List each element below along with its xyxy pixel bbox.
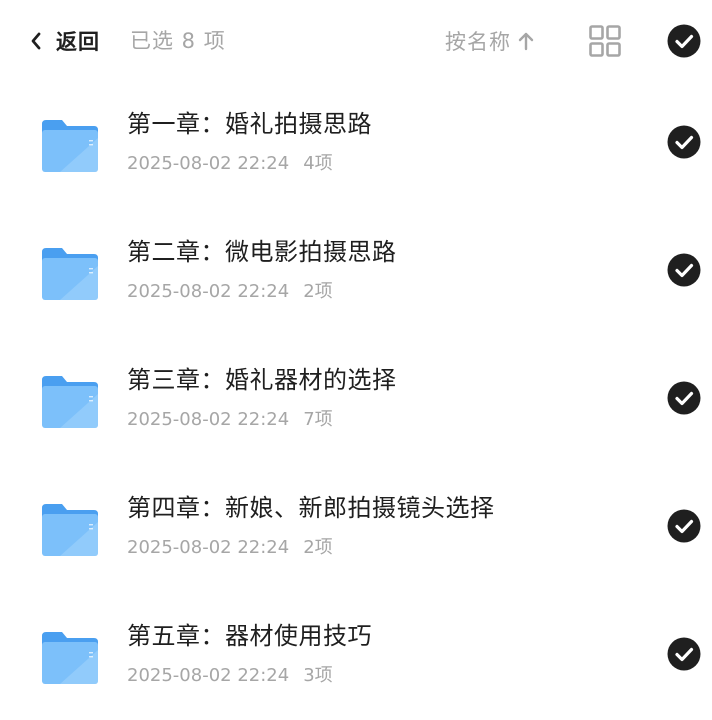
folder-icon: [42, 120, 98, 172]
file-meta: 2025-08-02 22:24 7项: [127, 408, 333, 432]
item-checkbox[interactable]: [667, 253, 701, 287]
check-circle-icon: [667, 637, 701, 671]
file-item-count: 4项: [303, 153, 333, 174]
folder-icon: [42, 632, 98, 684]
list-item[interactable]: 第四章：新娘、新郎拍摄镜头选择 2025-08-02 22:24 2项: [0, 492, 712, 592]
sort-button[interactable]: 按名称: [445, 22, 535, 60]
grid-view-button[interactable]: [588, 24, 622, 58]
check-circle-icon: [667, 509, 701, 543]
item-checkbox[interactable]: [667, 125, 701, 159]
file-meta: 2025-08-02 22:24 2项: [127, 280, 333, 304]
file-date: 2025-08-02 22:24: [127, 665, 290, 686]
file-date: 2025-08-02 22:24: [127, 281, 290, 302]
back-button[interactable]: 返回: [26, 22, 100, 60]
folder-icon: [42, 248, 98, 300]
file-date: 2025-08-02 22:24: [127, 537, 290, 558]
file-date: 2025-08-02 22:24: [127, 153, 290, 174]
grid-view-icon: [589, 25, 621, 57]
folder-icon: [42, 376, 98, 428]
list-item[interactable]: 第二章：微电影拍摄思路 2025-08-02 22:24 2项: [0, 236, 712, 336]
back-label: 返回: [56, 30, 100, 54]
file-name: 第三章：婚礼器材的选择: [127, 366, 397, 394]
file-date: 2025-08-02 22:24: [127, 409, 290, 430]
file-name: 第二章：微电影拍摄思路: [127, 238, 397, 266]
select-all-checkbox[interactable]: [667, 24, 701, 58]
list-item[interactable]: 第三章：婚礼器材的选择 2025-08-02 22:24 7项: [0, 364, 712, 464]
file-meta: 2025-08-02 22:24 2项: [127, 536, 333, 560]
check-circle-icon: [667, 253, 701, 287]
file-name: 第四章：新娘、新郎拍摄镜头选择: [127, 494, 495, 522]
check-circle-icon: [667, 125, 701, 159]
file-item-count: 3项: [303, 665, 333, 686]
file-item-count: 2项: [303, 537, 333, 558]
arrow-up-icon: [518, 32, 534, 51]
selection-toolbar: 返回 已选 8 项 按名称: [0, 0, 712, 82]
file-item-count: 2项: [303, 281, 333, 302]
list-item[interactable]: 第一章：婚礼拍摄思路 2025-08-02 22:24 4项: [0, 108, 712, 208]
file-meta: 2025-08-02 22:24 4项: [127, 152, 333, 176]
item-checkbox[interactable]: [667, 637, 701, 671]
folder-icon: [42, 504, 98, 556]
file-item-count: 7项: [303, 409, 333, 430]
check-circle-icon: [667, 381, 701, 415]
item-checkbox[interactable]: [667, 509, 701, 543]
selected-count: 已选 8 项: [130, 29, 226, 53]
chevron-left-icon: [31, 32, 41, 50]
file-name: 第五章：器材使用技巧: [127, 622, 372, 650]
list-item[interactable]: 第五章：器材使用技巧 2025-08-02 22:24 3项: [0, 620, 712, 720]
item-checkbox[interactable]: [667, 381, 701, 415]
check-circle-icon: [667, 24, 701, 58]
file-name: 第一章：婚礼拍摄思路: [127, 110, 372, 138]
sort-label: 按名称: [445, 30, 511, 54]
file-meta: 2025-08-02 22:24 3项: [127, 664, 333, 688]
